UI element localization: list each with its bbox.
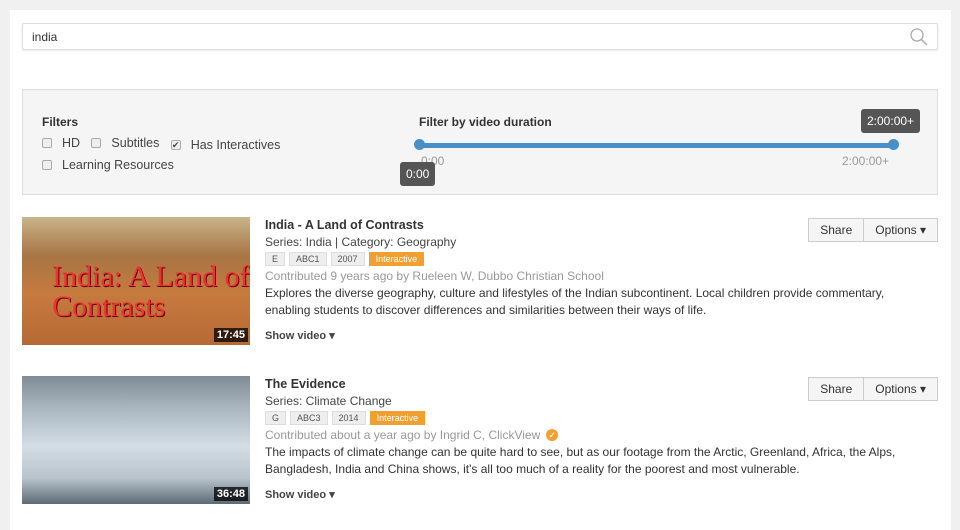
interactive-badge: Interactive xyxy=(368,252,425,266)
show-video-toggle[interactable]: Show video ▾ xyxy=(265,488,905,501)
max-label: 2:00:00+ xyxy=(842,154,890,168)
share-button[interactable]: Share xyxy=(808,377,865,401)
video-thumbnail[interactable]: 36:48 xyxy=(22,376,250,504)
max-tooltip: 2:00:00+ xyxy=(861,109,921,133)
options-button[interactable]: Options ▾ xyxy=(864,218,938,242)
show-video-toggle[interactable]: Show video ▾ xyxy=(265,329,905,342)
checkbox-subtitles[interactable]: Subtitles xyxy=(91,136,159,150)
caret-down-icon: ▾ xyxy=(919,223,926,237)
description: The impacts of climate change can be qui… xyxy=(265,445,896,476)
year-tag: 2007 xyxy=(330,252,365,266)
min-tooltip: 0:00 xyxy=(400,162,436,186)
caret-down-icon: ▾ xyxy=(329,330,335,342)
slider-max-handle[interactable] xyxy=(888,139,899,150)
slider-min-handle[interactable] xyxy=(414,139,425,150)
year-tag: 2014 xyxy=(331,411,366,425)
checkmark-icon: ✔ xyxy=(170,140,181,150)
channel-tag: ABC1 xyxy=(289,252,327,266)
video-thumbnail[interactable]: India: A Land of Contrasts 17:45 xyxy=(22,217,250,345)
search-bar xyxy=(22,23,938,50)
filters-panel: Filters HD Subtitles ✔ Has Interactives L… xyxy=(22,89,938,195)
duration-badge: 36:48 xyxy=(213,487,248,501)
checkbox-hd[interactable]: HD xyxy=(42,136,80,150)
filters-title: Filters xyxy=(42,115,79,129)
share-button[interactable]: Share xyxy=(808,218,865,242)
caret-down-icon: ▾ xyxy=(919,382,926,396)
caret-down-icon: ▾ xyxy=(329,489,335,501)
rating-tag: G xyxy=(265,411,287,425)
page: Filters HD Subtitles ✔Has Interactives L… xyxy=(10,10,951,530)
rating-tag: E xyxy=(265,252,286,266)
duration-badge: 17:45 xyxy=(213,328,248,342)
description: Explores the diverse geography, culture … xyxy=(265,286,885,317)
options-button[interactable]: Options ▾ xyxy=(864,377,938,401)
search-icon[interactable] xyxy=(909,28,929,46)
channel-tag: ABC3 xyxy=(290,411,328,425)
checkbox-learning-resources[interactable]: Learning Resources xyxy=(42,158,174,172)
duration-title: Filter by video duration xyxy=(419,115,552,129)
verified-icon: ✓ xyxy=(546,429,559,441)
thumbnail-title: India: A Land of Contrasts xyxy=(52,260,250,323)
contributor: Contributed about a year ago by Ingrid C… xyxy=(265,428,905,442)
interactive-badge: Interactive xyxy=(369,411,426,425)
contributor: Contributed 9 years ago by Rueleen W, Du… xyxy=(265,269,604,283)
search-input[interactable] xyxy=(23,24,903,49)
duration-slider-track[interactable] xyxy=(419,143,893,148)
checkbox-has-interactives[interactable]: ✔ Has Interactives xyxy=(170,138,280,152)
